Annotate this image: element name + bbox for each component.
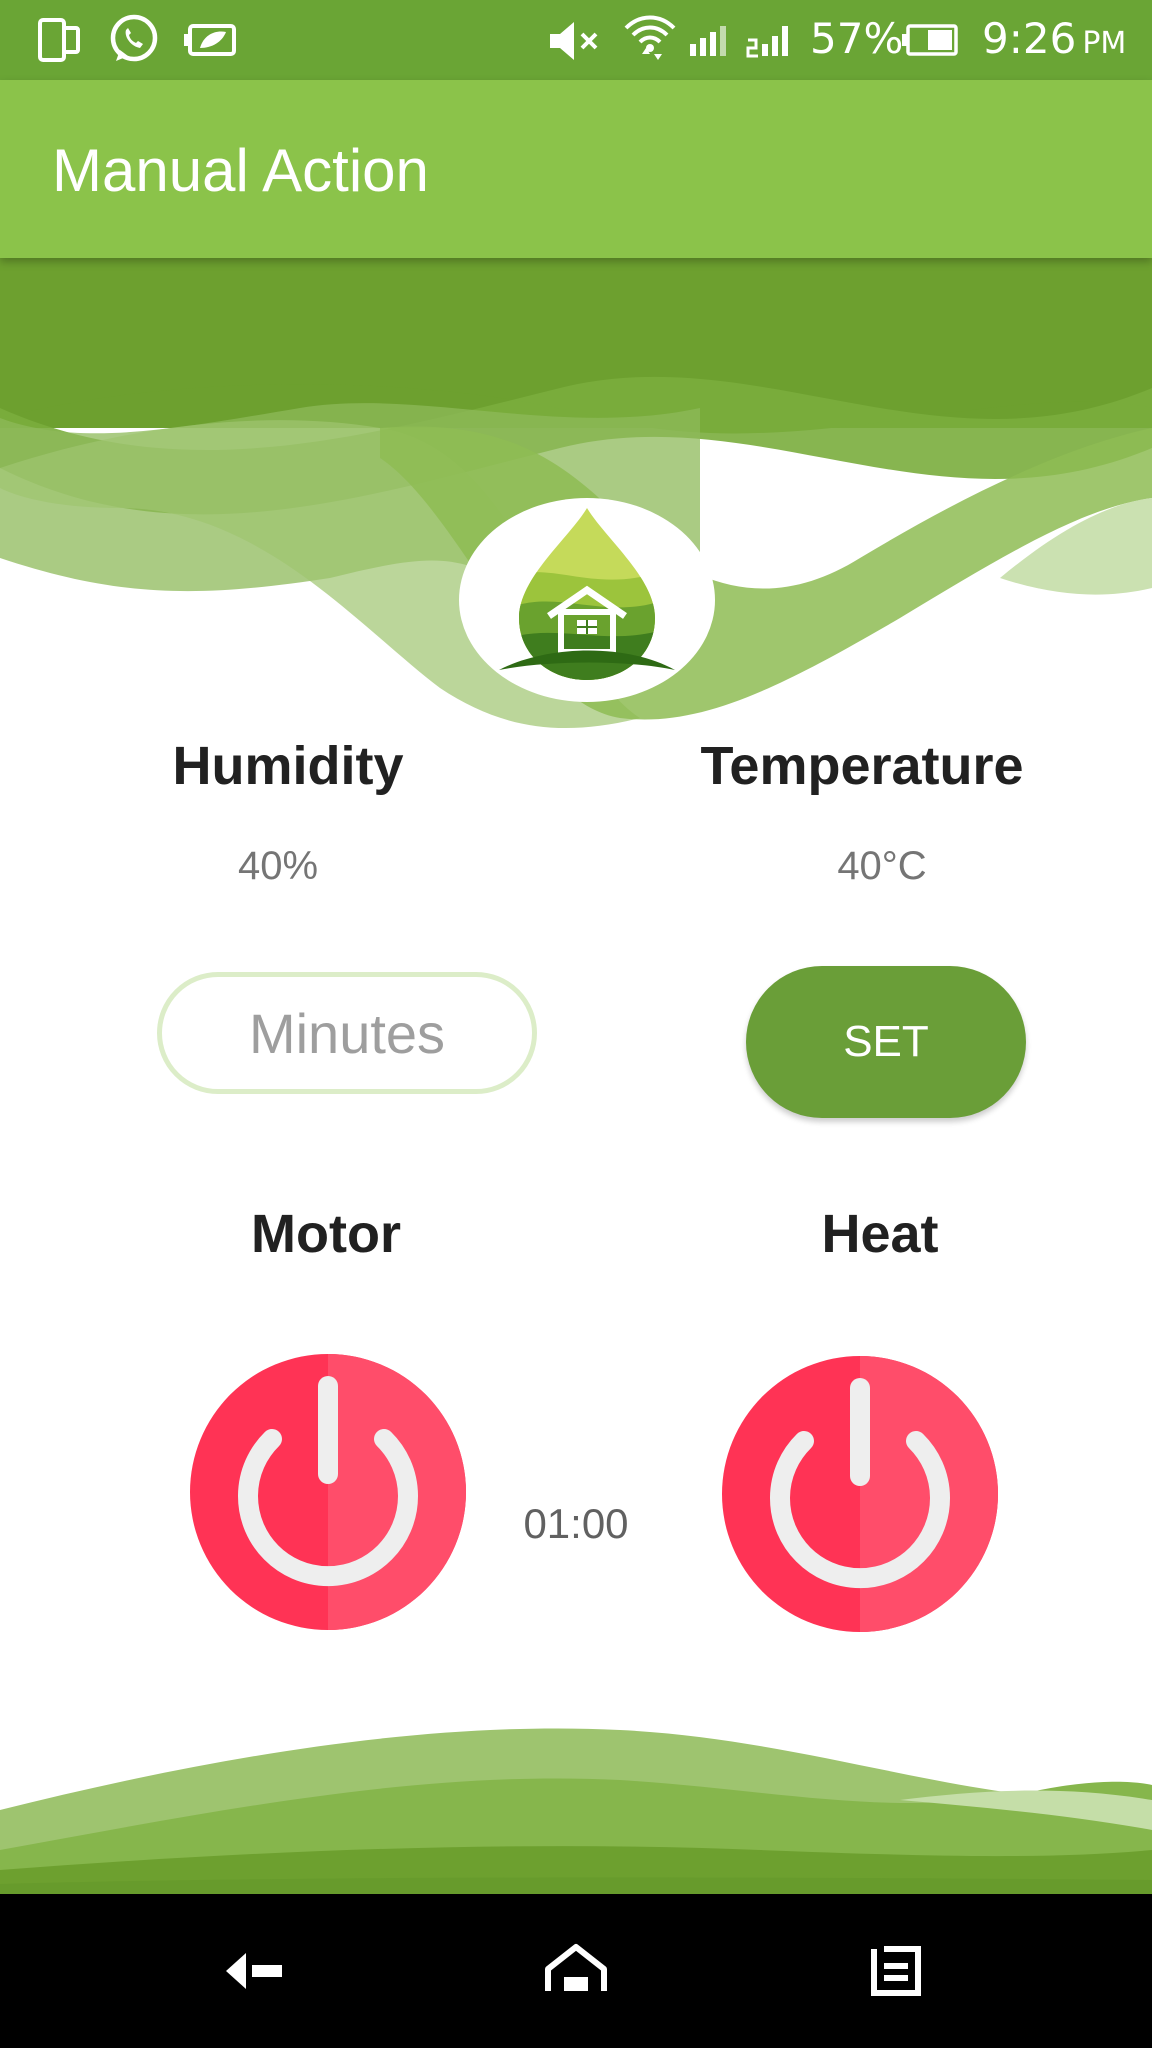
greenhouse-drop-logo-icon xyxy=(499,508,675,680)
motor-power-button[interactable] xyxy=(190,1354,466,1630)
power-icon xyxy=(190,1354,466,1630)
wifi-icon xyxy=(624,15,676,60)
app-logo xyxy=(459,498,715,702)
battery-percent: 57% xyxy=(810,14,904,63)
back-icon[interactable] xyxy=(216,1931,296,2011)
navigation-bar xyxy=(0,1894,1152,2048)
recents-icon[interactable] xyxy=(856,1931,936,2011)
set-button[interactable]: SET xyxy=(746,966,1026,1118)
status-bar: 57% 9:26 PM xyxy=(0,0,1152,80)
signal-2-icon xyxy=(746,26,788,58)
dual-screen-icon xyxy=(38,18,80,62)
humidity-value: 40% xyxy=(237,844,319,888)
heat-power-button[interactable] xyxy=(722,1356,998,1632)
home-icon[interactable] xyxy=(536,1931,616,2011)
screen: 57% 9:26 PM Manual Action Humidity 40% T… xyxy=(0,0,1152,2048)
battery-saver-icon xyxy=(184,24,236,56)
footer-wave-decoration xyxy=(0,1728,1152,1894)
power-icon xyxy=(722,1356,998,1632)
minutes-input[interactable] xyxy=(157,972,537,1094)
battery-icon xyxy=(902,24,958,56)
clock-ampm: PM xyxy=(1082,26,1127,61)
humidity-label: Humidity xyxy=(172,736,404,796)
motor-label: Motor xyxy=(251,1204,401,1264)
status-clock: 9:26 PM xyxy=(982,14,1126,63)
page-title: Manual Action xyxy=(52,137,429,204)
temperature-label: Temperature xyxy=(700,736,1024,796)
whatsapp-icon xyxy=(110,14,158,62)
app-bar: Manual Action xyxy=(0,80,1152,258)
temperature-value: 40°C xyxy=(837,844,927,888)
signal-icon xyxy=(690,26,726,56)
heat-label: Heat xyxy=(821,1204,939,1264)
countdown-timer: 01:00 xyxy=(523,1500,629,1547)
clock-time: 9:26 xyxy=(982,14,1077,63)
mute-icon xyxy=(550,22,598,60)
